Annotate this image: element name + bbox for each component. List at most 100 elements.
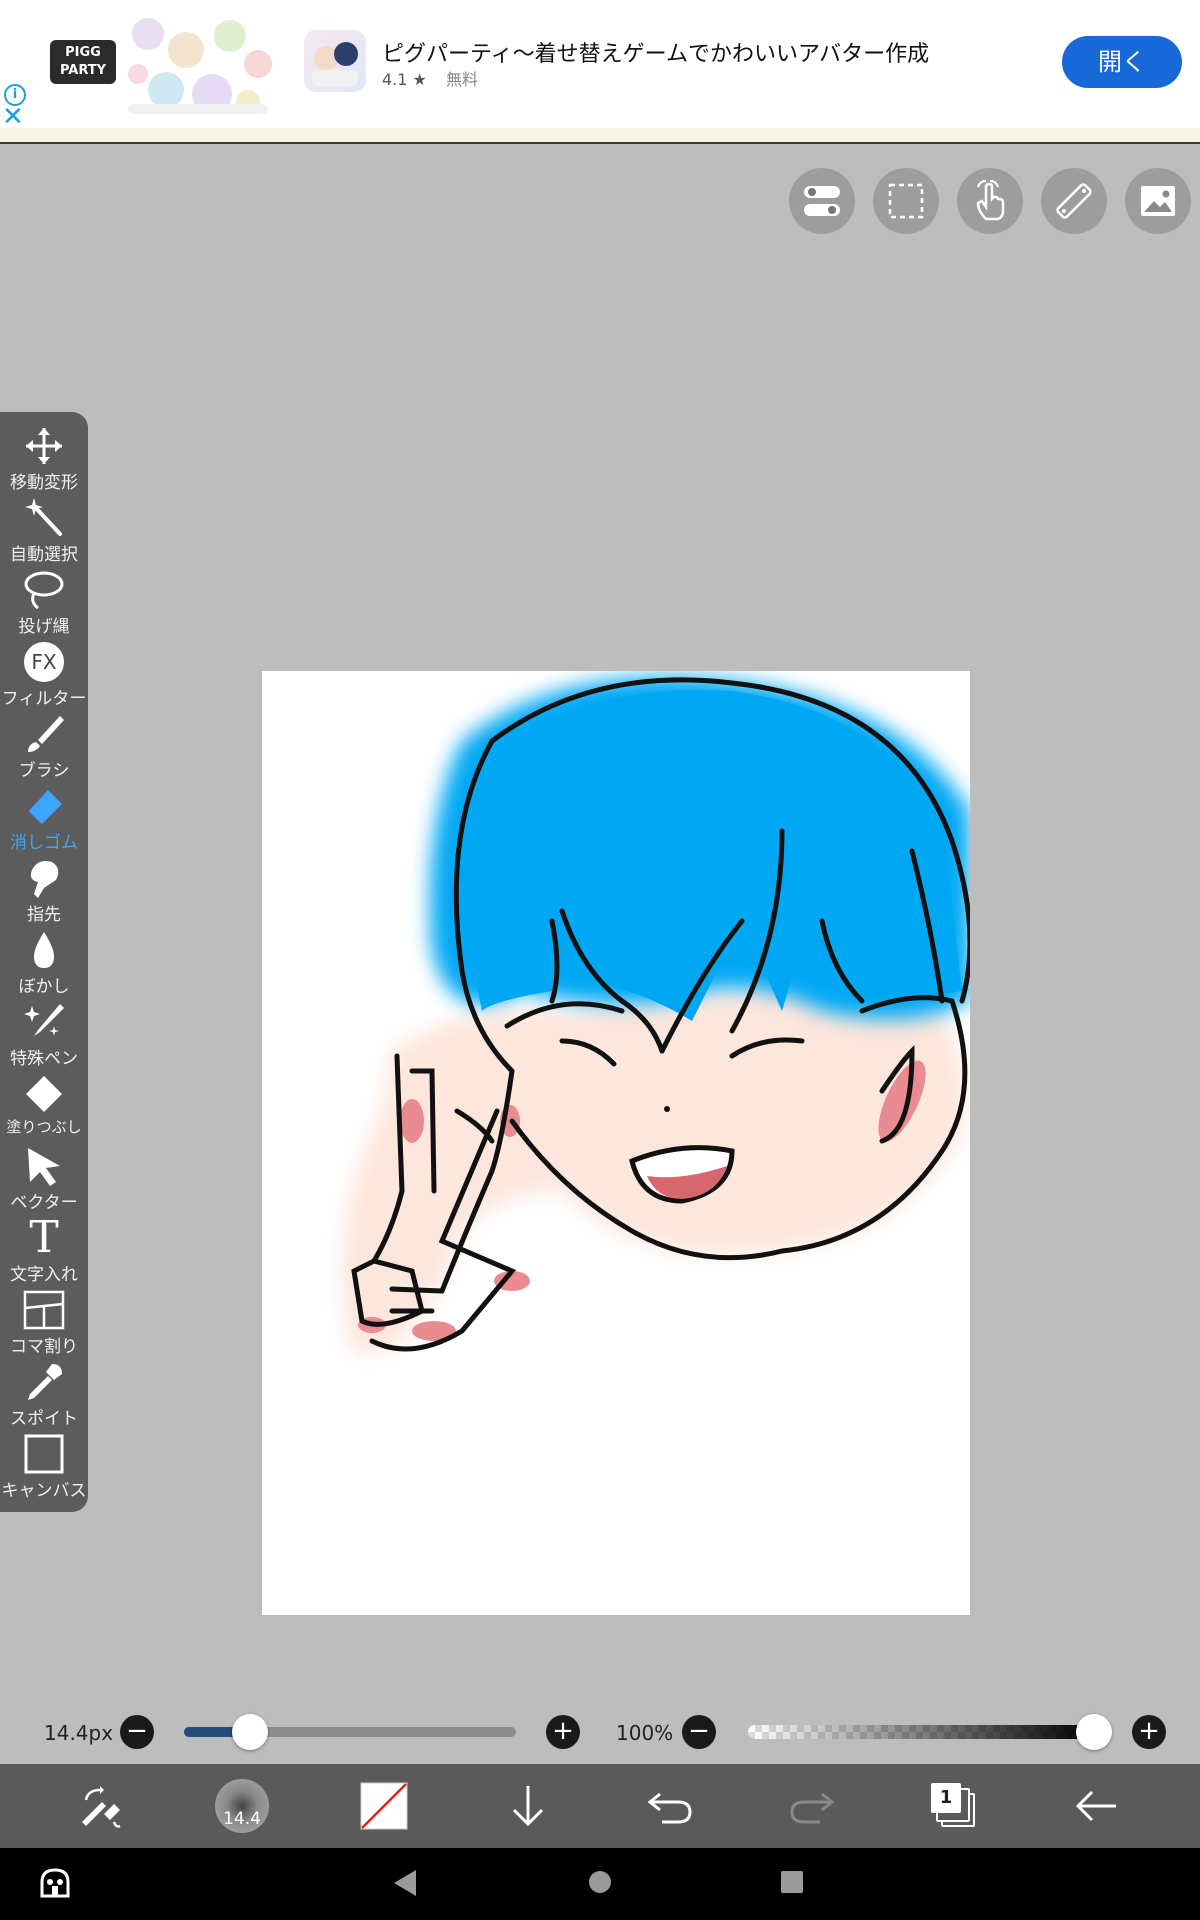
magic-wand-icon: [25, 498, 62, 536]
tool-panel[interactable]: コマ割り: [0, 1286, 88, 1358]
tool-fill[interactable]: 塗りつぶし: [0, 1070, 88, 1142]
eyedropper-icon: [28, 1364, 62, 1400]
nav-back-button[interactable]: [392, 1868, 418, 1902]
tool-auto-select[interactable]: 自動選択: [0, 494, 88, 566]
download-button[interactable]: [498, 1776, 558, 1836]
layer-count: 1: [931, 1783, 961, 1813]
bottom-toolbar: 14.4 1: [0, 1764, 1200, 1848]
canvas-drawing: [342, 677, 970, 1354]
tool-label: 文字入れ: [10, 1265, 78, 1285]
ruler-icon: [1056, 183, 1092, 219]
system-nav-bar: [0, 1848, 1200, 1920]
tool-label: 自動選択: [10, 545, 78, 565]
redo-button[interactable]: [782, 1776, 842, 1836]
toggle-icon: [804, 186, 840, 216]
tool-label: ブラシ: [18, 761, 70, 781]
lasso-icon: [24, 571, 64, 610]
tool-canvas[interactable]: キャンバス: [0, 1430, 88, 1502]
special-pen-icon: [24, 1004, 64, 1036]
color-swatch-icon: [360, 1782, 408, 1830]
ad-rating: 4.1 ★ 無料: [382, 66, 478, 90]
fx-icon: FX: [24, 642, 64, 682]
layers-button[interactable]: 1: [924, 1776, 984, 1836]
selection-icon: [888, 183, 924, 219]
arrow-down-icon: [512, 1786, 544, 1827]
pigg-party-logo: PIGG PARTY: [50, 40, 116, 84]
nav-recents-button[interactable]: [780, 1870, 804, 1898]
redo-icon: [790, 1792, 835, 1824]
close-icon[interactable]: ✕: [2, 104, 24, 130]
toggle-button[interactable]: [789, 168, 855, 234]
tool-label: 塗りつぶし: [6, 1118, 82, 1136]
blur-icon: [34, 932, 54, 968]
nav-recents-icon: [781, 1871, 803, 1893]
panel-icon: [23, 1290, 65, 1330]
tool-move-transform[interactable]: 移動変形: [0, 422, 88, 494]
brush-size-decrease-button[interactable]: −: [120, 1715, 154, 1749]
reference-image-button[interactable]: [1125, 168, 1191, 234]
move-icon: [26, 428, 62, 464]
image-icon: [1141, 186, 1175, 216]
tool-label: 移動変形: [10, 473, 78, 493]
back-button[interactable]: [1066, 1776, 1126, 1836]
brush-preview-button[interactable]: 14.4: [212, 1776, 272, 1836]
drawing-canvas[interactable]: [262, 671, 970, 1615]
opacity-decrease-button[interactable]: −: [682, 1715, 716, 1749]
opacity-slider[interactable]: [748, 1725, 1094, 1739]
fill-icon: [26, 1076, 62, 1112]
tool-eyedropper[interactable]: スポイト: [0, 1358, 88, 1430]
undo-button[interactable]: [640, 1776, 700, 1836]
hand-icon: [976, 180, 1005, 221]
ad-banner[interactable]: i ✕ PIGG PARTY ピグパーティ〜着せ替えゲームでかわいいアバター作成…: [0, 0, 1200, 144]
arrow-left-icon: [1075, 1790, 1116, 1822]
swap-tool-icon: [82, 1786, 121, 1828]
logo-line2: PARTY: [59, 63, 107, 78]
hand-button[interactable]: [957, 168, 1023, 234]
price-label: 無料: [445, 70, 478, 89]
opacity-knob[interactable]: [1076, 1714, 1112, 1750]
tool-finger[interactable]: 指先: [0, 854, 88, 926]
assist-button[interactable]: [38, 1866, 72, 1904]
logo-line1: PIGG: [65, 45, 101, 60]
tool-label: ベクター: [10, 1193, 78, 1213]
brush-size-knob[interactable]: [232, 1714, 269, 1750]
tool-label: 特殊ペン: [10, 1049, 78, 1069]
brush-size-increase-button[interactable]: +: [546, 1715, 580, 1749]
ad-artwork-image: [128, 18, 272, 114]
tool-label: 指先: [27, 905, 61, 925]
tool-blur[interactable]: ぼかし: [0, 926, 88, 998]
tool-special-pen[interactable]: 特殊ペン: [0, 998, 88, 1070]
rating-value: 4.1: [382, 70, 408, 89]
brush-preview-icon: 14.4: [215, 1779, 269, 1833]
tool-label: コマ割り: [10, 1337, 78, 1357]
tool-label: スポイト: [10, 1409, 78, 1429]
brush-icon: [28, 716, 64, 752]
app-icon: [304, 30, 366, 92]
tool-text[interactable]: T 文字入れ: [0, 1214, 88, 1286]
swap-tool-button[interactable]: [70, 1776, 130, 1836]
nav-home-button[interactable]: [588, 1870, 612, 1898]
finger-icon: [30, 861, 59, 898]
tool-label: 投げ縄: [18, 617, 70, 637]
tool-lasso[interactable]: 投げ縄: [0, 566, 88, 638]
tool-vector[interactable]: ベクター: [0, 1142, 88, 1214]
nav-back-icon: [394, 1870, 416, 1896]
selection-button[interactable]: [873, 168, 939, 234]
opacity-label: 100%: [616, 1721, 674, 1745]
ad-bottom-strip: [0, 128, 1200, 142]
tool-label: キャンバス: [1, 1481, 87, 1501]
tool-label: 消しゴム: [10, 833, 78, 853]
tool-filter[interactable]: FX フィルター: [0, 638, 88, 710]
accessibility-icon: [40, 1868, 70, 1898]
open-button[interactable]: 開く: [1062, 36, 1182, 88]
tool-eraser[interactable]: 消しゴム: [0, 782, 88, 854]
ruler-button[interactable]: [1041, 168, 1107, 234]
tool-brush[interactable]: ブラシ: [0, 710, 88, 782]
eraser-icon: [27, 790, 62, 824]
ad-title[interactable]: ピグパーティ〜着せ替えゲームでかわいいアバター作成: [382, 36, 929, 68]
star-icon: ★: [412, 70, 427, 89]
opacity-increase-button[interactable]: +: [1132, 1715, 1166, 1749]
color-button[interactable]: [354, 1776, 414, 1836]
nav-home-icon: [589, 1871, 611, 1893]
vector-icon: [28, 1148, 60, 1186]
